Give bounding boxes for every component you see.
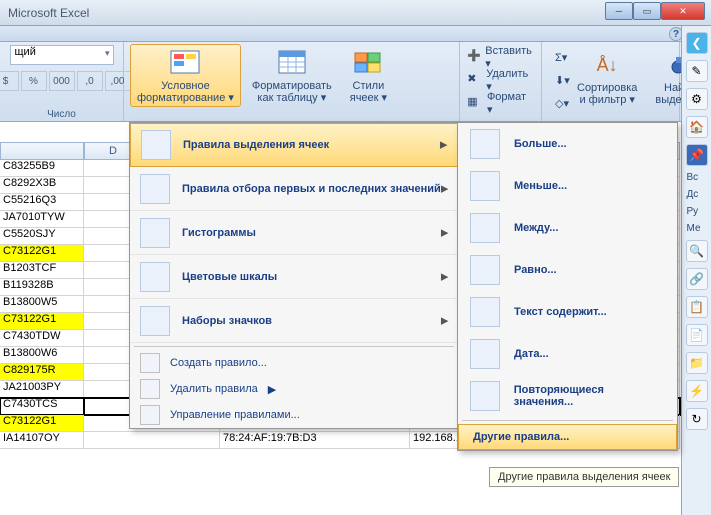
menu-new-rule[interactable]: Создать правило... [130,350,458,376]
delete-icon: ✖ [467,72,482,88]
chevron-right-icon: ▶ [441,227,448,238]
format-as-table-label: Форматировать как таблицу ▾ [252,80,332,104]
maximize-button[interactable]: ▭ [633,2,661,20]
currency-button[interactable]: $ [0,71,19,91]
editing-group: Σ▾ ⬇▾ ◇▾ Å↓ Сортировка и фильтр ▾ Найти … [542,42,680,121]
clear-rules-icon [140,379,160,399]
number-group-label: Число [0,109,123,120]
number-format-combo[interactable]: щий [10,45,114,65]
icon-sets-icon [140,306,170,336]
autosum-button[interactable]: Σ▾ [551,46,567,68]
sub-less-than[interactable]: Меньше... [458,165,677,207]
format-button[interactable]: ▦Формат ▾ [463,92,538,114]
side-icon-9[interactable]: ⚡ [686,380,708,402]
minimize-button[interactable]: ─ [605,2,633,20]
chevron-right-icon: ▶ [441,183,448,194]
side-pin-icon[interactable]: 📌 [686,144,708,166]
side-text-2: Дс [685,189,709,200]
window-title: Microsoft Excel [8,6,89,20]
menu-icon-sets[interactable]: Наборы значков▶ [130,299,458,343]
menu-data-bars[interactable]: Гистограммы▶ [130,211,458,255]
format-as-table-icon [276,47,308,79]
menu-clear-rules[interactable]: Удалить правила▶ [130,376,458,402]
styles-group: Условное форматирование ▾ Форматировать … [124,42,460,121]
side-icon-10[interactable]: ↻ [686,408,708,430]
side-icon-4[interactable]: 🔍 [686,240,708,262]
sort-filter-button[interactable]: Å↓ Сортировка и фильтр ▾ [570,46,644,109]
sub-more-rules[interactable]: Другие правила... [458,424,677,450]
percent-button[interactable]: % [21,71,47,91]
side-icon-8[interactable]: 📁 [686,352,708,374]
side-icon-3[interactable]: 🏠 [686,116,708,138]
menu-manage-rules[interactable]: Управление правилами... [130,402,458,428]
tooltip: Другие правила выделения ячеек [489,467,679,487]
text-contains-icon [470,297,500,327]
side-icon-7[interactable]: 📄 [686,324,708,346]
conditional-formatting-icon [169,47,201,79]
cell-styles-icon [352,47,384,79]
menu-top-bottom-rules[interactable]: Правила отбора первых и последних значен… [130,167,458,211]
highlight-rules-icon [141,130,171,160]
data-bars-icon [140,218,170,248]
conditional-formatting-button[interactable]: Условное форматирование ▾ [130,44,241,107]
side-text-4: Ме [685,223,709,234]
fill-button[interactable]: ⬇▾ [551,69,567,91]
thousands-button[interactable]: 000 [49,71,75,91]
title-bar: Microsoft Excel ─ ▭ ✕ [0,0,711,26]
side-text-3: Ру [685,206,709,217]
side-icon-6[interactable]: 📋 [686,296,708,318]
chevron-right-icon: ▶ [441,271,448,282]
insert-icon: ➕ [467,49,481,65]
ribbon: щий $ % 000 ,0 ,00 Число Условное формат… [0,42,711,122]
chevron-right-icon: ▶ [441,315,448,326]
side-icon-5[interactable]: 🔗 [686,268,708,290]
date-icon [470,339,500,369]
greater-icon [470,129,500,159]
sidebar-panel: ❮ ✎ ⚙ 🏠 📌 Вс Дс Ру Ме 🔍 🔗 📋 📄 📁 ⚡ ↻ [681,26,711,515]
new-rule-icon [140,353,160,373]
delete-button[interactable]: ✖Удалить ▾ [463,69,538,91]
duplicate-icon [470,381,500,411]
side-icon-2[interactable]: ⚙ [686,88,708,110]
ribbon-tabstrip: ? − [0,26,711,42]
sub-equal-to[interactable]: Равно... [458,249,677,291]
cells-group: ➕Вставить ▾ ✖Удалить ▾ ▦Формат ▾ [460,42,542,121]
less-icon [470,171,500,201]
conditional-formatting-menu: Правила выделения ячеек▶ Правила отбора … [129,122,459,429]
chevron-right-icon: ▶ [268,383,276,396]
sub-between[interactable]: Между... [458,207,677,249]
clear-button[interactable]: ◇▾ [551,92,567,114]
top-bottom-icon [140,174,170,204]
cell-styles-label: Стили ячеек ▾ [350,80,387,104]
sub-greater-than[interactable]: Больше... [458,123,677,165]
format-icon: ▦ [467,95,483,111]
cell-styles-button[interactable]: Стили ячеек ▾ [343,44,394,107]
menu-highlight-cells-rules[interactable]: Правила выделения ячеек▶ [130,123,458,167]
insert-button[interactable]: ➕Вставить ▾ [463,46,538,68]
color-scales-icon [140,262,170,292]
menu-color-scales[interactable]: Цветовые шкалы▶ [130,255,458,299]
format-as-table-button[interactable]: Форматировать как таблицу ▾ [245,44,339,107]
side-icon-1[interactable]: ✎ [686,60,708,82]
conditional-formatting-label: Условное форматирование ▾ [137,80,234,104]
side-text-1: Вс [685,172,709,183]
manage-rules-icon [140,405,160,425]
sort-icon: Å↓ [591,49,623,81]
highlight-cells-submenu: Больше... Меньше... Между... Равно... Те… [457,122,678,451]
sub-duplicate-values[interactable]: Повторяющиеся значения... [458,375,677,417]
close-button[interactable]: ✕ [661,2,705,20]
between-icon [470,213,500,243]
sub-date[interactable]: Дата... [458,333,677,375]
equal-icon [470,255,500,285]
sub-text-contains[interactable]: Текст содержит... [458,291,677,333]
increase-decimal-button[interactable]: ,0 [77,71,103,91]
side-back-icon[interactable]: ❮ [686,32,708,54]
chevron-right-icon: ▶ [440,140,447,151]
number-group: щий $ % 000 ,0 ,00 Число [0,42,124,121]
